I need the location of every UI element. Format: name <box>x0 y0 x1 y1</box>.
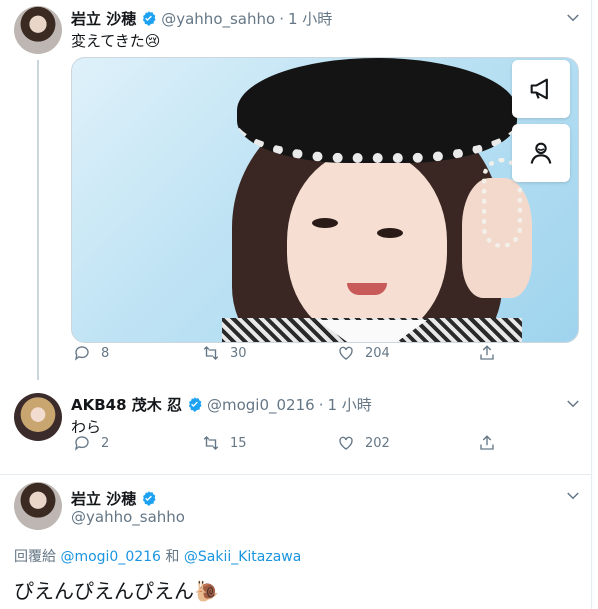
divider <box>0 474 592 475</box>
avatar[interactable] <box>14 482 62 530</box>
tweet-photo[interactable] <box>71 57 579 343</box>
megaphone-icon <box>530 78 548 100</box>
tweet-header: AKB48 茂木 忍 @mogi0_0216 · 1 小時 <box>71 394 372 415</box>
chevron-down-icon[interactable] <box>564 395 582 413</box>
mention-link[interactable]: @Sakii_Kitazawa <box>184 549 301 565</box>
verified-badge-icon <box>186 396 203 413</box>
mention-link[interactable]: @mogi0_0216 <box>60 549 161 565</box>
reply-button[interactable]: 2 <box>73 434 109 452</box>
verified-badge-icon <box>140 10 157 27</box>
profile-icon <box>530 142 552 164</box>
timestamp[interactable]: 1 小時 <box>327 394 371 415</box>
like-count: 202 <box>365 435 390 451</box>
reply-prefix: 回覆給 <box>14 549 56 565</box>
verified-badge-icon <box>140 490 157 507</box>
retweet-button[interactable]: 15 <box>202 434 247 452</box>
replying-to: 回覆給 @mogi0_0216 和 @Sakii_Kitazawa <box>14 546 301 566</box>
share-button[interactable] <box>478 344 506 362</box>
like-button[interactable]: 202 <box>337 434 390 452</box>
megaphone-button[interactable] <box>512 60 570 118</box>
retweet-count: 15 <box>230 435 247 451</box>
like-count: 204 <box>365 345 390 361</box>
reply-count: 8 <box>101 345 110 361</box>
avatar[interactable] <box>14 6 62 54</box>
timeline-border <box>591 0 592 609</box>
share-button[interactable] <box>478 434 506 452</box>
chevron-down-icon[interactable] <box>564 487 582 505</box>
avatar[interactable] <box>14 393 62 441</box>
share-icon <box>480 345 494 360</box>
share-icon <box>480 435 494 450</box>
retweet-count: 30 <box>230 345 247 361</box>
heart-icon <box>339 436 353 450</box>
user-handle[interactable]: @mogi0_0216 <box>207 396 315 414</box>
retweet-icon <box>203 436 219 450</box>
tweet-text: ぴえんぴえんぴえん🐌 <box>14 579 219 603</box>
reply-icon <box>74 436 89 451</box>
tweet-handle-row: @yahho_sahho <box>71 508 185 526</box>
reply-count: 2 <box>101 435 110 451</box>
user-handle[interactable]: @yahho_sahho <box>161 10 275 28</box>
display-name[interactable]: 岩立 沙穂 <box>71 488 136 509</box>
conversation-thread: 岩立 沙穂 @yahho_sahho · 1 小時 変えてきた😢 8 30 20… <box>0 0 598 609</box>
profile-button[interactable] <box>512 124 570 182</box>
reply-button[interactable]: 8 <box>73 344 109 362</box>
reply-joiner: 和 <box>165 549 180 565</box>
tweet-text: 変えてきた😢 <box>71 32 161 50</box>
retweet-icon <box>203 346 219 360</box>
display-name[interactable]: 岩立 沙穂 <box>71 8 136 29</box>
separator-dot: · <box>279 9 284 28</box>
separator-dot: · <box>318 395 324 414</box>
tweet-header: 岩立 沙穂 @yahho_sahho · 1 小時 <box>71 8 332 29</box>
like-button[interactable]: 204 <box>337 344 390 362</box>
thread-connector-line <box>37 60 39 380</box>
retweet-button[interactable]: 30 <box>202 344 247 362</box>
chevron-down-icon[interactable] <box>564 9 582 27</box>
user-handle[interactable]: @yahho_sahho <box>71 508 185 526</box>
tweet-header: 岩立 沙穂 <box>71 488 161 509</box>
reply-icon <box>74 346 89 361</box>
heart-icon <box>339 346 353 360</box>
display-name[interactable]: AKB48 茂木 忍 <box>71 394 182 415</box>
timestamp[interactable]: 1 小時 <box>288 8 332 29</box>
